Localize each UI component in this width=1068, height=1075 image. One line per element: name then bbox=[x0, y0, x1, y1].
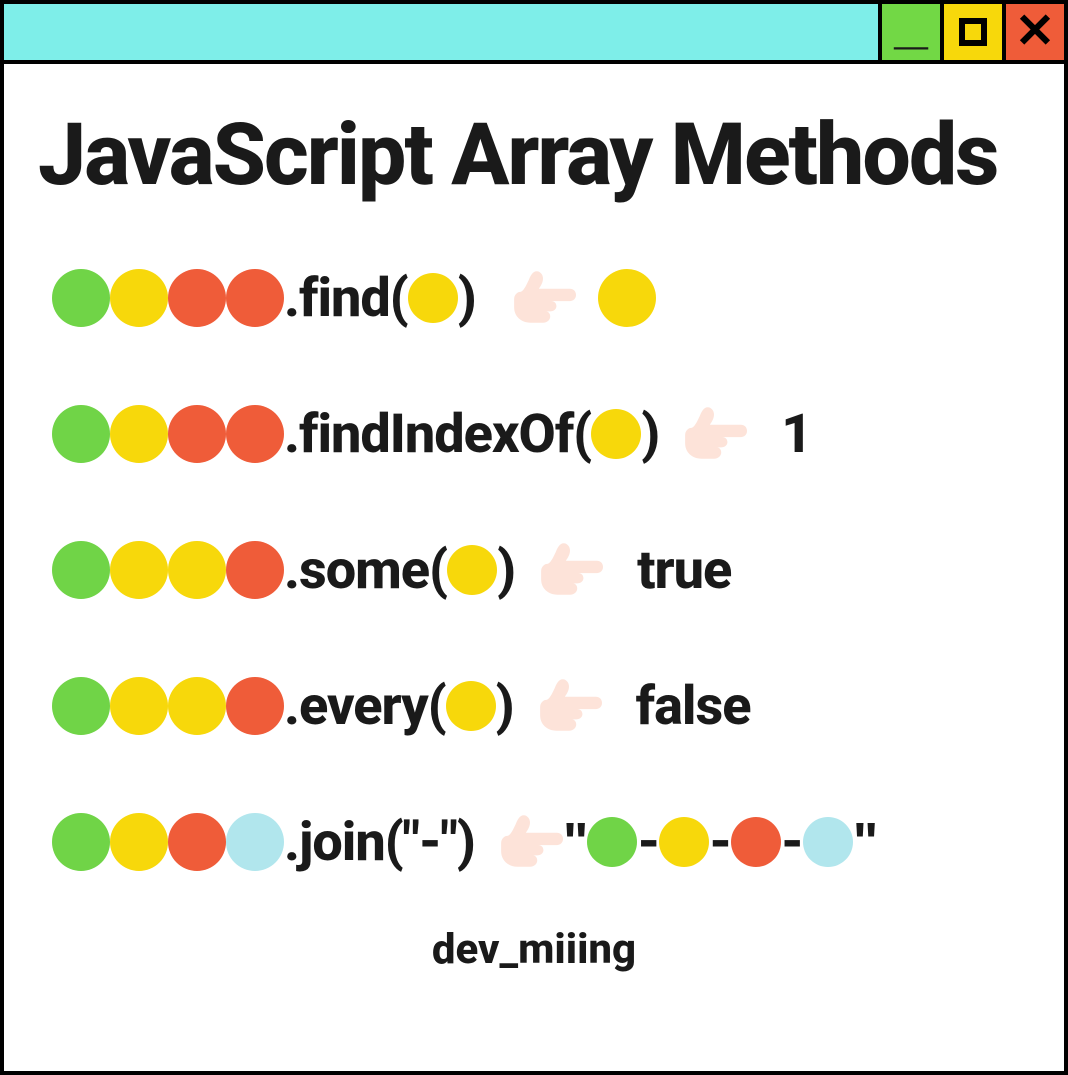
method-row-findindexof: .findIndexOf() 1 bbox=[52, 401, 1030, 467]
window: _ ✕ JavaScript Array Methods .find() bbox=[0, 0, 1068, 1075]
close-paren: ) bbox=[497, 539, 515, 602]
result-text: 1 bbox=[781, 403, 811, 466]
minimize-icon: _ bbox=[894, 0, 927, 52]
dot-red bbox=[226, 269, 284, 327]
dot-yellow bbox=[168, 677, 226, 735]
open-paren: ( bbox=[573, 403, 591, 466]
method-rows: .find() .findIndexOf() bbox=[38, 265, 1030, 875]
close-paren: ) bbox=[458, 267, 476, 330]
close-paren: ) bbox=[457, 811, 475, 874]
dot-red bbox=[226, 541, 284, 599]
arg-text: "-" bbox=[403, 811, 457, 874]
arg-dot-yellow bbox=[446, 681, 496, 731]
open-paren: ( bbox=[390, 267, 408, 330]
result-dot-cyan bbox=[803, 817, 853, 867]
pointing-hand-icon bbox=[681, 401, 747, 467]
dot-red bbox=[226, 677, 284, 735]
close-paren: ) bbox=[496, 675, 514, 738]
method-name: .join bbox=[284, 811, 385, 874]
page-title: JavaScript Array Methods bbox=[38, 104, 1030, 205]
titlebar: _ ✕ bbox=[4, 4, 1064, 64]
arg-dot-yellow bbox=[408, 273, 458, 323]
minimize-button[interactable]: _ bbox=[878, 4, 940, 60]
open-paren: ( bbox=[429, 539, 447, 602]
close-button[interactable]: ✕ bbox=[1002, 4, 1064, 60]
dot-yellow bbox=[110, 813, 168, 871]
dot-yellow bbox=[110, 541, 168, 599]
method-row-some: .some() true bbox=[52, 537, 1030, 603]
dot-green bbox=[52, 813, 110, 871]
dot-red bbox=[168, 813, 226, 871]
method-name: .some bbox=[284, 539, 429, 602]
open-paren: ( bbox=[428, 675, 446, 738]
close-quote: " bbox=[853, 811, 878, 873]
result-dot-yellow bbox=[598, 269, 656, 327]
method-row-find: .find() bbox=[52, 265, 1030, 331]
dot-green bbox=[52, 677, 110, 735]
join-separator: - bbox=[781, 811, 803, 874]
method-name: .every bbox=[284, 675, 428, 738]
maximize-button[interactable] bbox=[940, 4, 1002, 60]
result-dot-yellow bbox=[659, 817, 709, 867]
result-dot-green bbox=[587, 817, 637, 867]
footer-credit: dev_miiing bbox=[38, 925, 1030, 974]
dot-green bbox=[52, 405, 110, 463]
dot-yellow bbox=[110, 269, 168, 327]
dot-green bbox=[52, 269, 110, 327]
close-icon: ✕ bbox=[1015, 8, 1055, 56]
dot-cyan bbox=[226, 813, 284, 871]
join-separator: - bbox=[637, 811, 659, 874]
pointing-hand-icon bbox=[510, 265, 576, 331]
method-row-every: .every() false bbox=[52, 673, 1030, 739]
pointing-hand-icon bbox=[537, 537, 603, 603]
dot-yellow bbox=[110, 405, 168, 463]
arg-dot-yellow bbox=[447, 545, 497, 595]
method-row-join: .join("-") "---" bbox=[52, 809, 1030, 875]
dot-red bbox=[168, 269, 226, 327]
open-quote: " bbox=[563, 811, 588, 873]
dot-green bbox=[52, 541, 110, 599]
result-dot-red bbox=[731, 817, 781, 867]
dot-yellow bbox=[110, 677, 168, 735]
arg-dot-yellow bbox=[591, 409, 641, 459]
maximize-icon bbox=[959, 18, 987, 46]
result-text: false bbox=[636, 675, 751, 738]
join-separator: - bbox=[709, 811, 731, 874]
open-paren: ( bbox=[385, 811, 403, 874]
result-text: true bbox=[637, 539, 731, 602]
dot-red bbox=[226, 405, 284, 463]
method-name: .find bbox=[284, 267, 390, 330]
titlebar-spacer bbox=[4, 4, 878, 60]
method-name: .findIndexOf bbox=[284, 403, 573, 466]
content: JavaScript Array Methods .find() bbox=[4, 64, 1064, 1071]
dot-yellow bbox=[168, 541, 226, 599]
close-paren: ) bbox=[641, 403, 659, 466]
dot-red bbox=[168, 405, 226, 463]
pointing-hand-icon bbox=[497, 809, 563, 875]
pointing-hand-icon bbox=[536, 673, 602, 739]
